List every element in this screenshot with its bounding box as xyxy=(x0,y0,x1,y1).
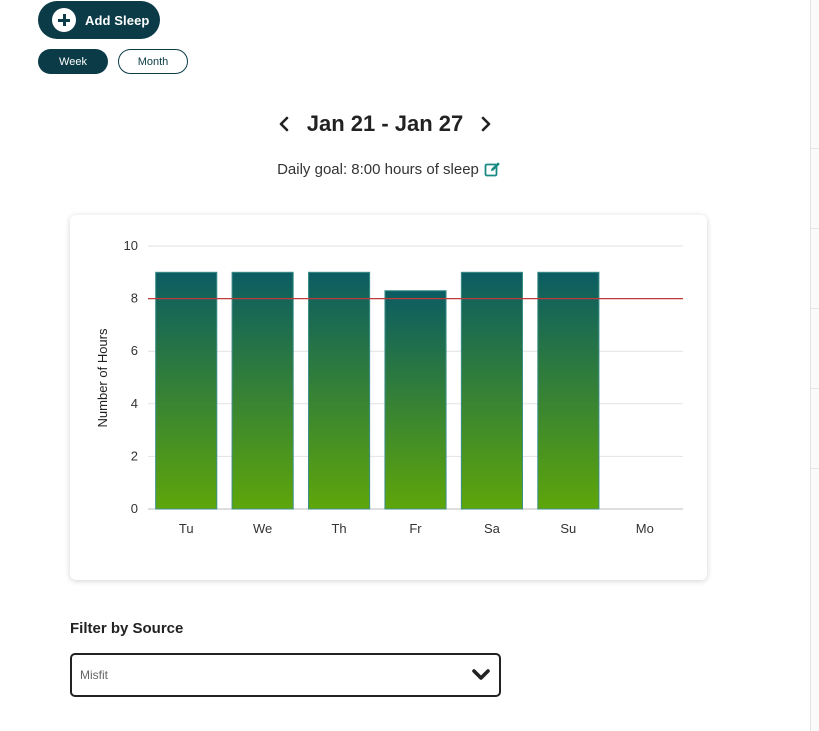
rail-divider xyxy=(811,468,819,469)
sleep-chart-card: 0 2 4 6 8 10 Tu We Th Fr Sa Su Mo Number of Hours xyxy=(70,215,707,580)
x-tick-label: Tu xyxy=(179,521,194,536)
y-tick-label: 6 xyxy=(131,343,138,358)
rail-divider xyxy=(811,308,819,309)
plus-icon xyxy=(52,8,76,32)
daily-goal-text: Daily goal: 8:00 hours of sleep xyxy=(277,161,479,178)
bar-tu[interactable] xyxy=(155,271,218,510)
bar-sa[interactable] xyxy=(460,271,524,510)
bar-th[interactable] xyxy=(308,271,371,510)
rail-divider xyxy=(811,148,819,149)
bar-we[interactable] xyxy=(231,271,294,510)
rail-divider xyxy=(811,228,819,229)
add-sleep-button[interactable]: Add Sleep xyxy=(38,1,160,39)
edit-goal-icon[interactable] xyxy=(484,161,501,178)
x-tick-label: Fr xyxy=(409,521,422,536)
previous-week-chevron-icon[interactable] xyxy=(275,112,293,136)
chevron-down-icon xyxy=(471,668,491,682)
week-toggle-button[interactable]: Week xyxy=(38,49,108,74)
bar-su[interactable] xyxy=(537,271,600,510)
date-navigation: Jan 21 - Jan 27 xyxy=(0,108,770,140)
x-tick-label: Sa xyxy=(484,521,501,536)
y-tick-label: 10 xyxy=(124,238,138,253)
y-tick-label: 4 xyxy=(131,396,138,411)
filter-by-source-label: Filter by Source xyxy=(70,620,184,637)
x-tick-label: Th xyxy=(331,521,346,536)
y-axis-label: Number of Hours xyxy=(95,328,110,427)
daily-goal: Daily goal: 8:00 hours of sleep xyxy=(0,161,778,178)
add-sleep-label: Add Sleep xyxy=(85,12,150,28)
source-select[interactable]: Misfit xyxy=(70,653,501,697)
y-tick-label: 0 xyxy=(131,501,138,516)
x-tick-label: Su xyxy=(560,521,576,536)
rail-divider xyxy=(811,388,819,389)
month-toggle-button[interactable]: Month xyxy=(118,49,188,74)
sleep-bar-chart: 0 2 4 6 8 10 Tu We Th Fr Sa Su Mo Number of Hours xyxy=(95,238,683,536)
next-week-chevron-icon[interactable] xyxy=(477,112,495,136)
right-panel-edge xyxy=(810,0,819,731)
source-select-value: Misfit xyxy=(80,668,108,682)
x-tick-label: Mo xyxy=(636,521,654,536)
date-range-title: Jan 21 - Jan 27 xyxy=(306,111,464,136)
y-tick-label: 8 xyxy=(131,291,138,306)
y-tick-label: 2 xyxy=(131,448,138,463)
x-tick-label: We xyxy=(253,521,272,536)
bar-fr[interactable] xyxy=(384,290,447,510)
